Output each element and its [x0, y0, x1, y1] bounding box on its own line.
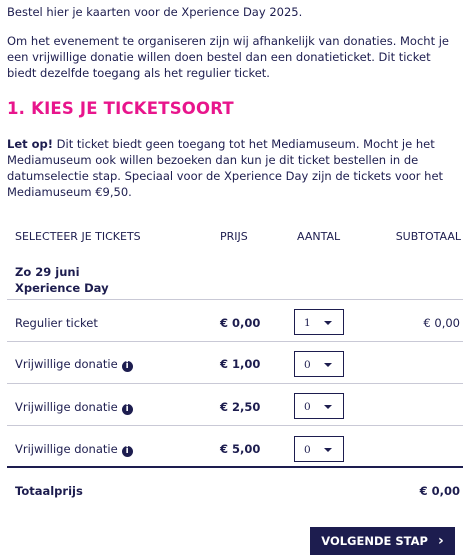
quantity-select-donation-2[interactable]: 0	[294, 393, 344, 419]
total-label: Totaalprijs	[15, 484, 83, 498]
ticket-name: Vrijwillige donatie	[15, 400, 118, 414]
next-step-label: VOLGENDE STAP	[321, 534, 428, 548]
next-step-button[interactable]: VOLGENDE STAP ›	[310, 527, 455, 555]
ticket-price: € 5,00	[220, 442, 261, 456]
quantity-value: 0	[304, 401, 311, 413]
quantity-select-donation-3[interactable]: 0	[294, 436, 344, 462]
ticket-name-wrap: Vrijwillige donatie i	[15, 441, 133, 457]
total-value: € 0,00	[419, 484, 460, 498]
event-date: Zo 29 juni	[15, 265, 80, 279]
caret-down-icon	[324, 448, 332, 452]
chevron-right-icon: ›	[437, 533, 444, 549]
total-divider	[7, 466, 463, 468]
caret-down-icon	[324, 363, 332, 367]
header-subtotal: SUBTOTAAL	[395, 230, 461, 243]
row-divider	[7, 425, 463, 426]
ticket-name-wrap: Vrijwillige donatie i	[15, 356, 133, 372]
ticket-page: Bestel hier je kaarten voor de Xperience…	[0, 0, 475, 556]
ticket-name-wrap: Vrijwillige donatie i	[15, 399, 133, 415]
quantity-value: 1	[304, 317, 311, 329]
header-price: PRIJS	[220, 230, 248, 243]
header-select-tickets: SELECTEER JE TICKETS	[15, 230, 141, 243]
ticket-name: Vrijwillige donatie	[15, 442, 118, 456]
info-icon[interactable]: i	[121, 361, 133, 372]
caret-down-icon	[324, 405, 332, 409]
ticket-price: € 0,00	[220, 316, 261, 330]
section-title: 1. KIES JE TICKETSOORT	[7, 99, 234, 118]
museum-note: Let op! Dit ticket biedt geen toegang to…	[7, 136, 462, 200]
row-divider	[7, 341, 463, 342]
note-text: Dit ticket biedt geen toegang tot het Me…	[7, 137, 444, 199]
quantity-value: 0	[304, 359, 311, 371]
event-name: Xperience Day	[15, 281, 109, 295]
info-icon[interactable]: i	[121, 446, 133, 457]
ticket-price: € 2,50	[220, 400, 261, 414]
row-divider	[7, 383, 463, 384]
note-warning-label: Let op!	[7, 137, 54, 151]
info-icon[interactable]: i	[121, 404, 133, 415]
row-divider	[7, 299, 463, 300]
quantity-select-donation-1[interactable]: 0	[294, 351, 344, 377]
ticket-name: Regulier ticket	[15, 316, 98, 330]
quantity-select-regulier[interactable]: 1	[294, 309, 344, 335]
intro-text: Bestel hier je kaarten voor de Xperience…	[7, 5, 303, 19]
ticket-name: Vrijwillige donatie	[15, 357, 118, 371]
donation-info-text: Om het evenement te organiseren zijn wij…	[7, 34, 450, 80]
quantity-value: 0	[304, 444, 311, 456]
ticket-subtotal: € 0,00	[423, 316, 460, 330]
header-quantity: AANTAL	[297, 230, 341, 243]
caret-down-icon	[324, 321, 332, 325]
ticket-price: € 1,00	[220, 357, 261, 371]
